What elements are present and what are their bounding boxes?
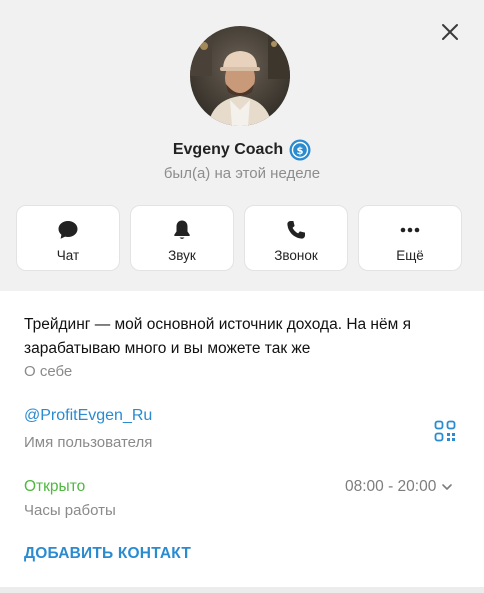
business-hours-dropdown[interactable]: 08:00 - 20:00	[345, 478, 454, 496]
profile-info-card: Трейдинг — мой основной источник дохода.…	[0, 291, 484, 587]
more-button-label: Ещё	[396, 248, 424, 263]
business-hours-label: Часы работы	[24, 502, 116, 519]
bell-icon	[169, 217, 195, 243]
bio-text: Трейдинг — мой основной источник дохода.…	[24, 316, 411, 357]
svg-text:$: $	[297, 146, 304, 157]
sound-button[interactable]: Звук	[130, 205, 234, 271]
chevron-down-icon	[442, 484, 453, 490]
more-button[interactable]: Ещё	[358, 205, 462, 271]
add-contact-button[interactable]: ДОБАВИТЬ КОНТАКТ	[24, 545, 191, 563]
username-link[interactable]: @ProfitEvgen_Ru	[24, 407, 152, 425]
chat-button-label: Чат	[56, 248, 80, 263]
action-bar: Чат Звук Звонок Ещё	[16, 205, 462, 271]
avatar[interactable]	[190, 26, 290, 126]
sound-button-label: Звук	[168, 248, 196, 263]
business-hours-value: 08:00 - 20:00	[345, 478, 437, 495]
profile-header: Evgeny Coach $ был(а) на этой неделе Чат	[0, 0, 484, 291]
more-dots-icon	[397, 217, 423, 243]
chat-button[interactable]: Чат	[16, 205, 120, 271]
call-button-label: Звонок	[274, 248, 318, 263]
business-open-status: Открыто	[24, 478, 86, 495]
bottom-divider	[0, 587, 484, 593]
qr-code-button[interactable]	[434, 420, 456, 442]
call-button[interactable]: Звонок	[244, 205, 348, 271]
verified-badge-icon: $	[289, 139, 311, 161]
close-icon	[442, 24, 458, 40]
username-label: Имя пользователя	[24, 434, 153, 451]
profile-name: Evgeny Coach	[172, 141, 284, 158]
bio-label: О себе	[24, 363, 73, 380]
name-row: Evgeny Coach $	[0, 138, 484, 162]
close-button[interactable]	[436, 18, 464, 46]
qr-code-icon	[434, 420, 456, 442]
phone-icon	[283, 217, 309, 243]
last-seen-status: был(а) на этой неделе	[163, 165, 321, 182]
chat-bubble-icon	[55, 217, 81, 243]
